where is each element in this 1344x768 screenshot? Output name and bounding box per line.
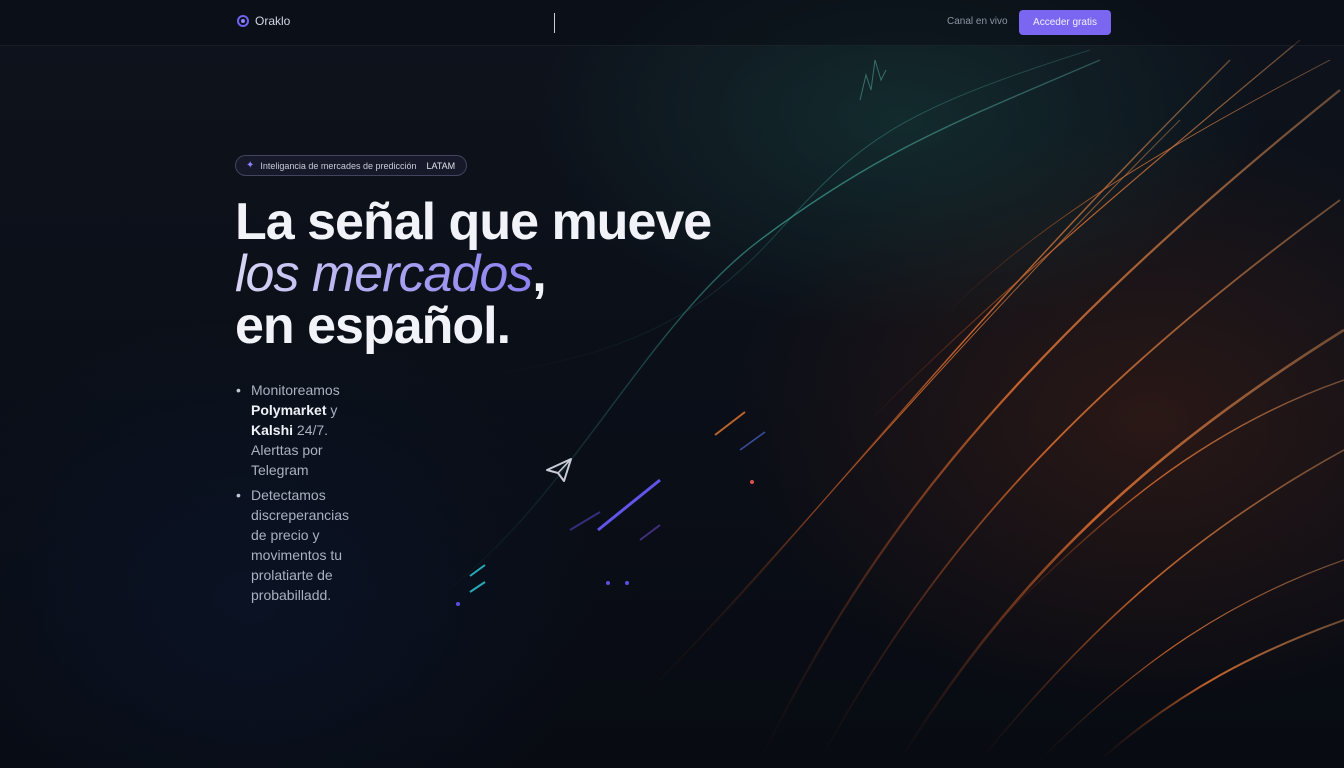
brand-logo[interactable]: Oraklo: [237, 14, 290, 28]
sparkle-icon: ✦: [246, 160, 255, 171]
bullet1-prefix: Monitoreamos: [251, 382, 340, 398]
bullet1-polymarket: Polymarket: [251, 402, 327, 418]
abstract-streaks-artwork: [419, 39, 1344, 761]
bullet1-suffix: 24/7.: [293, 422, 329, 438]
headline-italic-markets: los mercados: [235, 245, 533, 303]
brand-name: Oraklo: [255, 14, 291, 28]
top-navigation-bar: Oraklo Canal en vivo Acceder gratis: [0, 0, 1344, 46]
text-cursor-divider: [554, 13, 555, 33]
bullet1-line2: Alerttas por Telegram: [251, 442, 323, 478]
headline-comma: ,: [532, 245, 546, 303]
bullet2-line2: movimentos tu prolatiarte de probabillad…: [251, 547, 343, 603]
badge-tag: LATAM: [426, 160, 456, 171]
paper-plane-icon: [546, 458, 572, 482]
feature-bullet-monitoring: Monitoreamos Polymarket y Kalshi 24/7. A…: [236, 380, 349, 480]
target-circle-icon: [237, 15, 249, 27]
feature-bullet-detection: Detectamos discreperancias de precio y m…: [236, 485, 349, 605]
nav-live-channel-link[interactable]: Canal en vivo: [947, 16, 1008, 27]
bullet1-mid: y: [326, 402, 338, 418]
hero-headline: La señal que mueve los mercados, en espa…: [235, 193, 712, 355]
access-free-button[interactable]: Acceder gratis: [1019, 10, 1111, 35]
headline-line-2: los mercados,: [235, 248, 711, 300]
headline-line-1: La señal que mueve: [235, 193, 712, 251]
headline-line-3: en español.: [235, 297, 511, 355]
bullet2-line1: Detectamos discreperancias de precio y: [251, 487, 350, 543]
feature-bullets: Monitoreamos Polymarket y Kalshi 24/7. A…: [236, 380, 349, 610]
badge-text: Inteligancia de mercades de predicción: [260, 160, 417, 171]
hero-background: [0, 0, 1344, 768]
hero-badge: ✦ Inteligancia de mercades de predicción…: [235, 155, 467, 176]
bullet1-kalshi: Kalshi: [251, 422, 294, 438]
